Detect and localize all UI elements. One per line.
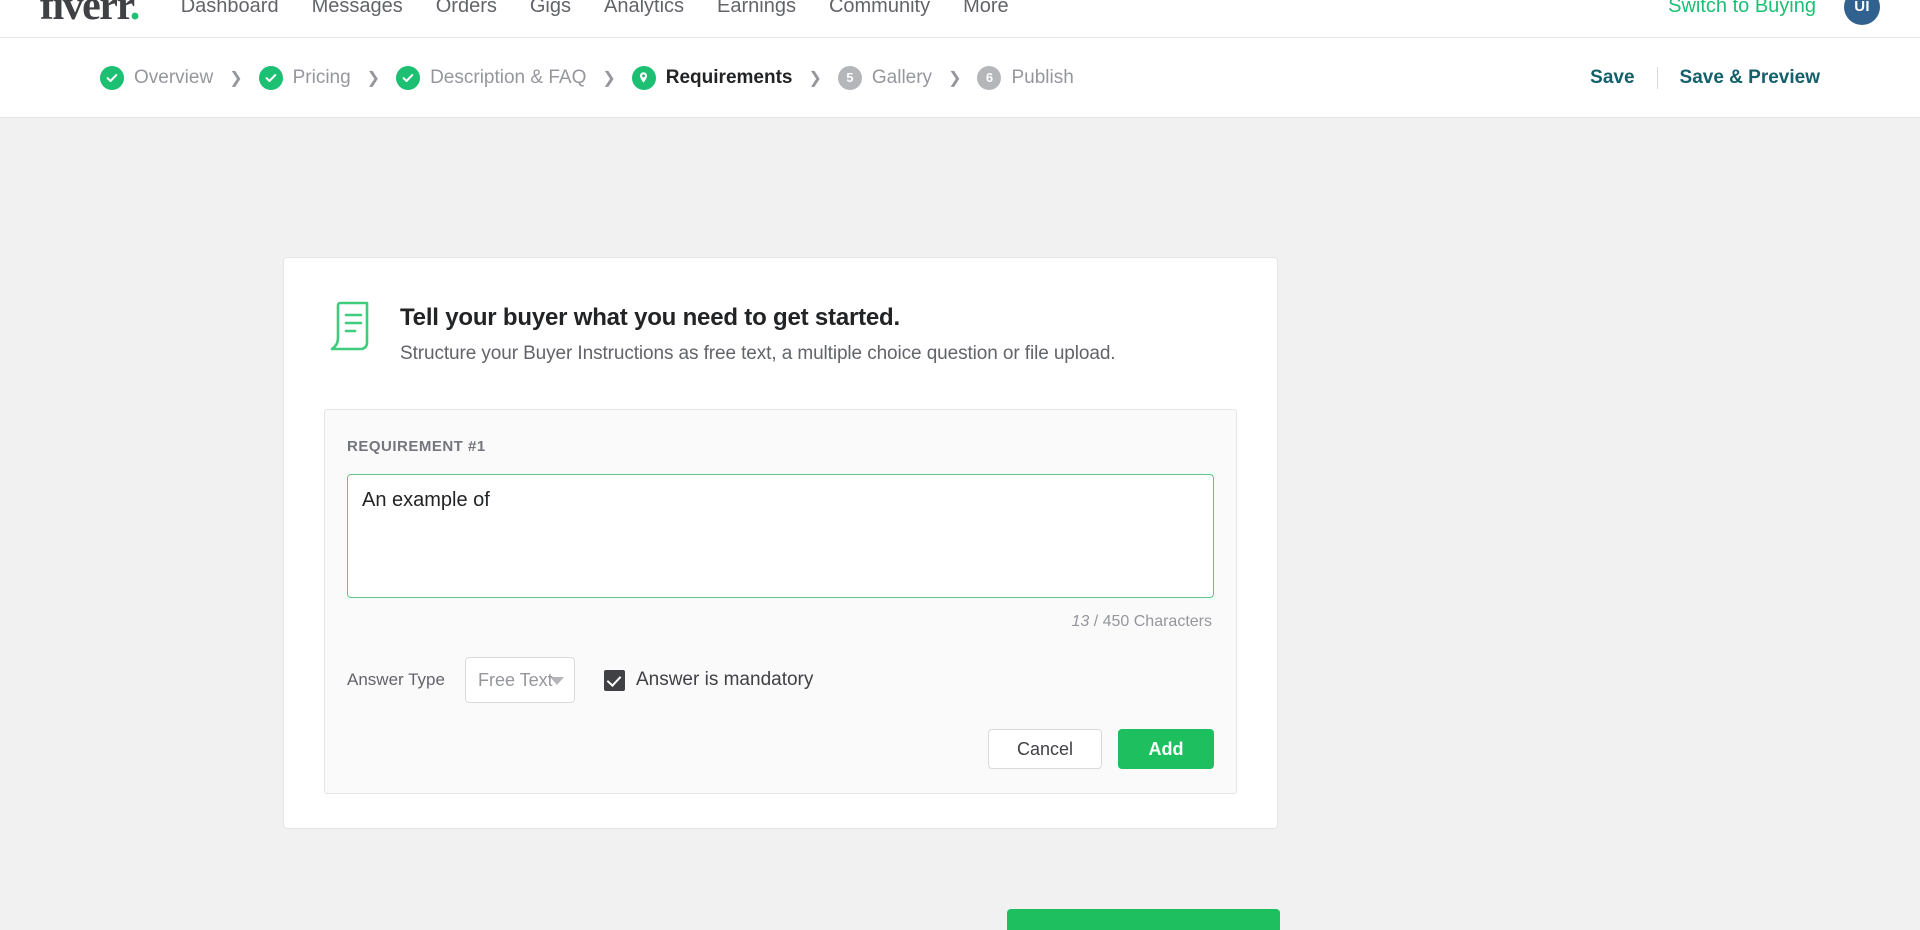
nav-item-community[interactable]: Community bbox=[829, 0, 930, 18]
step-separator: ❯ bbox=[602, 69, 616, 87]
document-icon bbox=[324, 300, 376, 363]
check-icon bbox=[100, 65, 124, 90]
step-label-gallery: Gallery bbox=[871, 66, 933, 88]
page-title: Tell your buyer what you need to get sta… bbox=[400, 304, 900, 331]
avatar-initials: UI bbox=[1854, 0, 1870, 15]
step-separator: ❯ bbox=[229, 69, 243, 87]
nav-item-earnings[interactable]: Earnings bbox=[717, 0, 796, 18]
add-button[interactable]: Add bbox=[1118, 729, 1214, 769]
bottom-primary-button[interactable] bbox=[1007, 909, 1280, 930]
answer-mandatory-checkbox[interactable]: Answer is mandatory bbox=[603, 669, 814, 691]
answer-type-label: Answer Type bbox=[347, 670, 445, 689]
check-icon bbox=[258, 65, 283, 90]
nav-right-group: Switch to Buying UI bbox=[1668, 0, 1880, 25]
stepbar-actions: Save Save & Preview bbox=[1590, 66, 1820, 89]
character-count-separator: / bbox=[1089, 613, 1103, 630]
card-header-text: Tell your buyer what you need to get sta… bbox=[400, 298, 1116, 365]
answer-type-select[interactable]: Free Text bbox=[464, 657, 575, 703]
gig-step-navigation: Overview ❯ Pricing ❯ Description & FAQ ❯ bbox=[0, 38, 1920, 118]
answer-mandatory-label: Answer is mandatory bbox=[635, 669, 814, 690]
nav-item-orders[interactable]: Orders bbox=[436, 0, 497, 18]
checkbox-checked-icon[interactable] bbox=[603, 669, 625, 691]
fiverr-logo[interactable]: fiverr. bbox=[40, 0, 141, 29]
nav-item-messages[interactable]: Messages bbox=[312, 0, 403, 18]
character-count-total: 450 Characters bbox=[1102, 613, 1212, 630]
requirement-panel: REQUIREMENT #1 13 / 450 Characters Answe… bbox=[324, 409, 1237, 794]
divider bbox=[1656, 66, 1658, 89]
check-icon bbox=[396, 65, 421, 90]
step-gallery[interactable]: 5 Gallery bbox=[837, 65, 933, 90]
step-separator: ❯ bbox=[366, 69, 381, 87]
chevron-down-icon bbox=[549, 677, 564, 685]
answer-options-row: Answer Type Free Text Answer is mandator… bbox=[347, 657, 1214, 703]
top-navigation-bar: fiverr. Dashboard Messages Orders Gigs A… bbox=[0, 0, 1920, 38]
step-publish[interactable]: 6 Publish bbox=[977, 65, 1074, 90]
step-label-overview: Overview bbox=[134, 66, 214, 88]
step-pricing[interactable]: Pricing bbox=[258, 65, 351, 90]
save-and-preview-button[interactable]: Save & Preview bbox=[1680, 67, 1820, 89]
page-body: Tell your buyer what you need to get sta… bbox=[0, 119, 1920, 930]
switch-to-buying-link[interactable]: Switch to Buying bbox=[1668, 0, 1816, 18]
answer-type-value: Free Text bbox=[477, 669, 553, 690]
nav-item-dashboard[interactable]: Dashboard bbox=[181, 0, 279, 18]
requirement-label: REQUIREMENT #1 bbox=[347, 438, 486, 455]
character-count-used: 13 bbox=[1071, 613, 1090, 630]
requirement-actions: Cancel Add bbox=[347, 729, 1214, 769]
step-separator: ❯ bbox=[808, 69, 822, 87]
nav-item-gigs[interactable]: Gigs bbox=[530, 0, 571, 18]
step-description-and-faq[interactable]: Description & FAQ bbox=[396, 65, 587, 90]
page-subtitle: Structure your Buyer Instructions as fre… bbox=[400, 343, 1116, 364]
nav-item-more[interactable]: More bbox=[963, 0, 1009, 18]
step-number-badge: 5 bbox=[837, 65, 862, 90]
step-label-description-and-faq: Description & FAQ bbox=[430, 66, 587, 88]
main-nav-links: Dashboard Messages Orders Gigs Analytics… bbox=[181, 0, 1009, 18]
logo-text: fiverr bbox=[40, 0, 131, 29]
logo-dot: . bbox=[129, 0, 141, 29]
step-requirements[interactable]: Requirements bbox=[631, 65, 793, 90]
card-header: Tell your buyer what you need to get sta… bbox=[324, 298, 1237, 365]
step-number-badge: 6 bbox=[977, 65, 1002, 90]
requirement-textarea[interactable] bbox=[347, 474, 1214, 598]
save-button[interactable]: Save bbox=[1590, 67, 1634, 89]
nav-item-analytics[interactable]: Analytics bbox=[604, 0, 684, 18]
avatar[interactable]: UI bbox=[1844, 0, 1880, 25]
step-separator: ❯ bbox=[948, 69, 962, 87]
step-label-publish: Publish bbox=[1011, 66, 1074, 88]
step-label-pricing: Pricing bbox=[292, 66, 351, 88]
requirements-card: Tell your buyer what you need to get sta… bbox=[283, 257, 1278, 829]
step-list: Overview ❯ Pricing ❯ Description & FAQ ❯ bbox=[100, 65, 1074, 90]
step-overview[interactable]: Overview bbox=[100, 65, 214, 90]
character-counter: 13 / 450 Characters bbox=[347, 613, 1214, 631]
step-label-requirements: Requirements bbox=[665, 66, 793, 88]
location-pin-icon bbox=[631, 65, 656, 90]
cancel-button[interactable]: Cancel bbox=[988, 729, 1102, 769]
